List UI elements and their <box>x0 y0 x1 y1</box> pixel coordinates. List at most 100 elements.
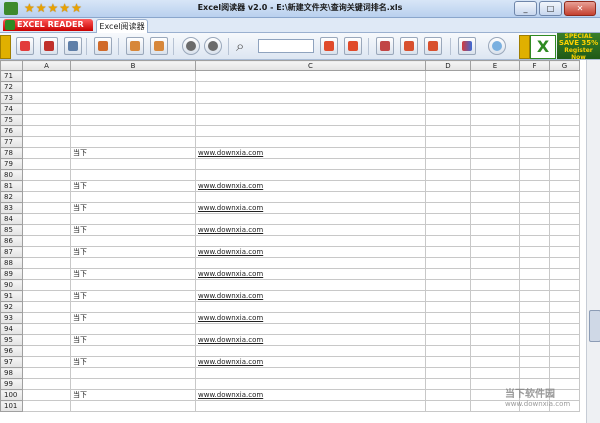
cell-b[interactable] <box>70 169 196 181</box>
cell-b[interactable]: 当下 <box>70 180 196 192</box>
cell-c[interactable]: www.downxia.com <box>195 290 426 302</box>
cell-d[interactable] <box>425 213 471 225</box>
cell-b[interactable]: 当下 <box>70 224 196 236</box>
cell-b[interactable] <box>70 301 196 313</box>
column-header[interactable]: B <box>70 60 196 71</box>
print-button[interactable] <box>40 37 58 55</box>
cell-b[interactable]: 当下 <box>70 202 196 214</box>
cell-a[interactable] <box>22 70 71 82</box>
cell-b[interactable]: 当下 <box>70 356 196 368</box>
cell-g[interactable] <box>549 323 580 335</box>
cell-b[interactable] <box>70 400 196 412</box>
cell-f[interactable] <box>519 202 550 214</box>
cell-g[interactable] <box>549 257 580 269</box>
cell-f[interactable] <box>519 103 550 115</box>
cell-a[interactable] <box>22 114 71 126</box>
cell-a[interactable] <box>22 191 71 203</box>
cell-e[interactable] <box>470 323 520 335</box>
table-row[interactable]: 90 <box>0 279 580 291</box>
cell-a[interactable] <box>22 202 71 214</box>
cell-c[interactable] <box>195 169 426 181</box>
row-header[interactable]: 79 <box>0 158 23 170</box>
row-header[interactable]: 94 <box>0 323 23 335</box>
cell-f[interactable] <box>519 279 550 291</box>
cell-c[interactable] <box>195 400 426 412</box>
cell-a[interactable] <box>22 136 71 148</box>
column-header[interactable]: F <box>519 60 550 71</box>
row-header[interactable]: 87 <box>0 246 23 258</box>
toolbar-scroll-right-button[interactable] <box>519 35 530 59</box>
table-row[interactable]: 95 当下 www.downxia.com <box>0 334 580 346</box>
table-row[interactable]: 85 当下 www.downxia.com <box>0 224 580 236</box>
cell-e[interactable] <box>470 279 520 291</box>
cell-a[interactable] <box>22 213 71 225</box>
cell-g[interactable] <box>549 224 580 236</box>
row-header[interactable]: 72 <box>0 81 23 93</box>
table-row[interactable]: 72 <box>0 81 580 93</box>
row-header[interactable]: 85 <box>0 224 23 236</box>
column-header[interactable]: D <box>425 60 471 71</box>
cell-a[interactable] <box>22 103 71 115</box>
cell-a[interactable] <box>22 290 71 302</box>
cell-a[interactable] <box>22 345 71 357</box>
cell-d[interactable] <box>425 103 471 115</box>
cell-c[interactable] <box>195 301 426 313</box>
cell-c[interactable] <box>195 191 426 203</box>
cell-a[interactable] <box>22 378 71 390</box>
cell-g[interactable] <box>549 136 580 148</box>
cell-d[interactable] <box>425 202 471 214</box>
cell-e[interactable] <box>470 312 520 324</box>
cell-e[interactable] <box>470 334 520 346</box>
cell-c[interactable] <box>195 70 426 82</box>
cell-c[interactable]: www.downxia.com <box>195 224 426 236</box>
cell-d[interactable] <box>425 191 471 203</box>
cell-e[interactable] <box>470 191 520 203</box>
cell-f[interactable] <box>519 70 550 82</box>
row-header[interactable]: 81 <box>0 180 23 192</box>
cell-c[interactable]: www.downxia.com <box>195 246 426 258</box>
cell-b[interactable] <box>70 114 196 126</box>
cell-f[interactable] <box>519 158 550 170</box>
cell-a[interactable] <box>22 400 71 412</box>
cell-d[interactable] <box>425 356 471 368</box>
table-row[interactable]: 71 <box>0 70 580 82</box>
cell-b[interactable] <box>70 378 196 390</box>
cell-g[interactable] <box>549 158 580 170</box>
row-header[interactable]: 101 <box>0 400 23 412</box>
cell-g[interactable] <box>549 81 580 93</box>
table-row[interactable]: 74 <box>0 103 580 115</box>
cell-g[interactable] <box>549 147 580 159</box>
cell-a[interactable] <box>22 257 71 269</box>
row-header[interactable]: 74 <box>0 103 23 115</box>
cell-a[interactable] <box>22 224 71 236</box>
cell-d[interactable] <box>425 114 471 126</box>
row-header[interactable]: 83 <box>0 202 23 214</box>
cell-a[interactable] <box>22 246 71 258</box>
cell-c[interactable] <box>195 323 426 335</box>
cell-g[interactable] <box>549 70 580 82</box>
cell-c[interactable] <box>195 136 426 148</box>
cell-a[interactable] <box>22 235 71 247</box>
cell-a[interactable] <box>22 147 71 159</box>
cell-d[interactable] <box>425 378 471 390</box>
cell-b[interactable] <box>70 92 196 104</box>
cell-d[interactable] <box>425 70 471 82</box>
cell-d[interactable] <box>425 246 471 258</box>
cell-f[interactable] <box>519 235 550 247</box>
cell-b[interactable]: 当下 <box>70 389 196 401</box>
cell-b[interactable]: 当下 <box>70 312 196 324</box>
cell-d[interactable] <box>425 400 471 412</box>
cell-b[interactable]: 当下 <box>70 268 196 280</box>
cell-b[interactable] <box>70 125 196 137</box>
cell-a[interactable] <box>22 268 71 280</box>
cell-e[interactable] <box>470 213 520 225</box>
cell-a[interactable] <box>22 334 71 346</box>
cell-a[interactable] <box>22 81 71 93</box>
cell-a[interactable] <box>22 125 71 137</box>
skin-button[interactable] <box>458 37 476 55</box>
cell-f[interactable] <box>519 367 550 379</box>
table-row[interactable]: 81 当下 www.downxia.com <box>0 180 580 192</box>
tab-document[interactable]: Excel阅读器 <box>96 19 148 33</box>
scroll-up-button[interactable] <box>182 37 200 55</box>
cell-e[interactable] <box>470 202 520 214</box>
